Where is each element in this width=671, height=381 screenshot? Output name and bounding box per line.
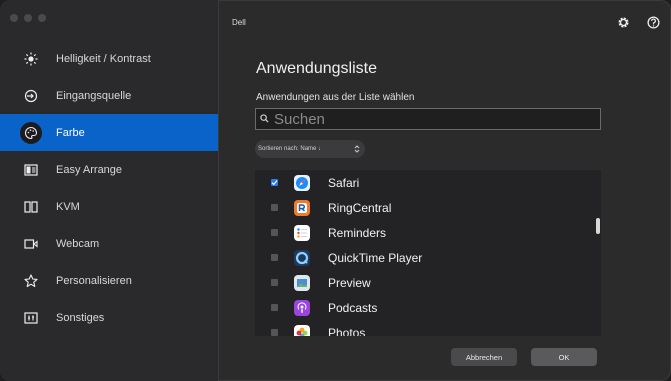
close-window-button[interactable] <box>10 14 18 22</box>
sidebar-item-label: Personalisieren <box>56 274 132 287</box>
palette-icon <box>20 121 42 144</box>
ringcentral-icon <box>294 199 310 216</box>
search-input[interactable] <box>272 110 596 128</box>
settings-box-icon <box>22 309 40 327</box>
sidebar-item-label: Eingangsquelle <box>56 89 132 102</box>
app-name: Photos <box>328 325 366 337</box>
checkbox[interactable] <box>271 229 278 236</box>
sidebar-nav: Helligkeit / Kontrast Eingangsquelle Far… <box>0 40 218 336</box>
sun-icon <box>22 50 40 68</box>
layout-icon <box>22 161 40 179</box>
brand-label: Dell <box>232 18 246 27</box>
list-item[interactable]: Preview <box>255 270 601 295</box>
quicktime-icon <box>294 249 310 266</box>
webcam-icon <box>22 235 40 253</box>
sidebar-item-label: Easy Arrange <box>56 163 123 176</box>
sidebar-item-brightness-contrast[interactable]: Helligkeit / Kontrast <box>0 40 218 77</box>
app-name: Podcasts <box>328 300 378 315</box>
sidebar-item-webcam[interactable]: Webcam <box>0 225 218 262</box>
sidebar-item-personalize[interactable]: Personalisieren <box>0 262 218 299</box>
podcasts-icon <box>294 299 310 316</box>
sidebar-item-easy-arrange[interactable]: Easy Arrange <box>0 151 218 188</box>
checkbox[interactable] <box>271 204 278 211</box>
page-title: Anwendungsliste <box>256 60 377 77</box>
list-item[interactable]: RingCentral <box>255 195 601 220</box>
checkbox[interactable] <box>271 304 278 311</box>
app-window: Helligkeit / Kontrast Eingangsquelle Far… <box>0 0 671 381</box>
photos-icon <box>294 324 310 336</box>
minimize-window-button[interactable] <box>24 14 32 22</box>
app-name: RingCentral <box>328 200 392 215</box>
help-icon[interactable] <box>647 16 660 34</box>
sidebar-item-kvm[interactable]: KVM <box>0 188 218 225</box>
chevron-up-down-icon <box>354 144 360 156</box>
sidebar: Helligkeit / Kontrast Eingangsquelle Far… <box>0 0 219 381</box>
main-content: Anwendungsliste Anwendungen aus der List… <box>219 40 671 381</box>
application-list: Safari RingCentral Reminders QuickTime P… <box>255 170 601 336</box>
list-item[interactable]: QuickTime Player <box>255 245 601 270</box>
sort-label: Sortieren nach: Name ↓ <box>258 146 322 152</box>
ok-button[interactable]: OK <box>531 348 597 366</box>
window-controls <box>10 14 46 22</box>
input-source-icon <box>22 87 40 105</box>
sort-dropdown[interactable]: Sortieren nach: Name ↓ <box>255 140 365 158</box>
gear-icon[interactable] <box>617 16 630 34</box>
list-item[interactable]: Podcasts <box>255 295 601 320</box>
cancel-button[interactable]: Abbrechen <box>451 348 517 366</box>
app-name: Reminders <box>328 225 387 240</box>
sidebar-item-label: Farbe <box>56 126 85 139</box>
sidebar-item-label: Webcam <box>56 237 100 250</box>
star-icon <box>22 272 40 290</box>
list-item[interactable]: Safari <box>255 170 601 195</box>
app-name: QuickTime Player <box>328 250 423 265</box>
sidebar-item-color[interactable]: Farbe <box>0 114 218 151</box>
checkbox[interactable] <box>271 329 278 336</box>
list-scrollbar[interactable] <box>596 218 600 234</box>
sidebar-item-label: Sonstiges <box>56 311 105 324</box>
app-name: Preview <box>328 275 371 290</box>
top-bar: Dell <box>219 0 671 40</box>
checkbox[interactable] <box>271 179 278 186</box>
app-name: Safari <box>328 175 360 190</box>
checkbox[interactable] <box>271 279 278 286</box>
page-subtitle: Anwendungen aus der Liste wählen <box>256 92 415 103</box>
preview-icon <box>294 274 310 291</box>
safari-icon <box>294 174 310 191</box>
reminders-icon <box>294 224 310 241</box>
sidebar-item-label: KVM <box>56 200 80 213</box>
sidebar-item-input-source[interactable]: Eingangsquelle <box>0 77 218 114</box>
checkbox[interactable] <box>271 254 278 261</box>
search-icon <box>260 110 272 128</box>
kvm-icon <box>22 198 40 216</box>
sidebar-item-label: Helligkeit / Kontrast <box>56 52 151 65</box>
search-box <box>255 108 601 130</box>
zoom-window-button[interactable] <box>38 14 46 22</box>
list-item[interactable]: Photos <box>255 320 601 336</box>
sidebar-item-others[interactable]: Sonstiges <box>0 299 218 336</box>
list-item[interactable]: Reminders <box>255 220 601 245</box>
